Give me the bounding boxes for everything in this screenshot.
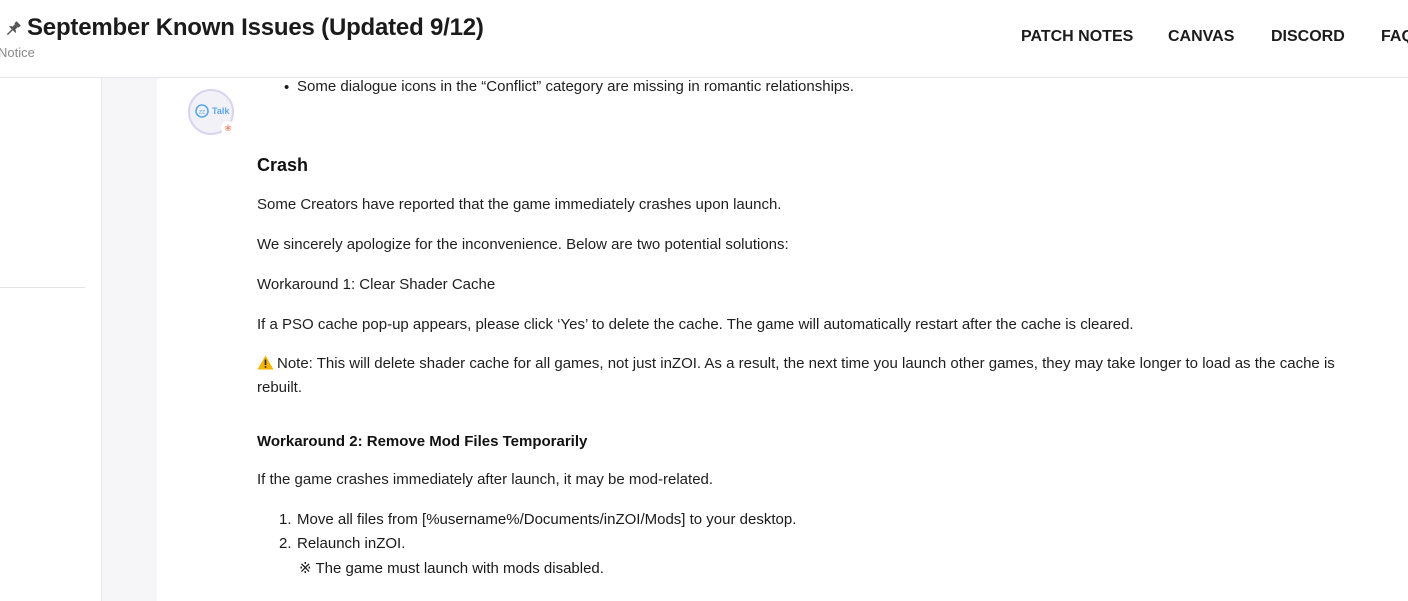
step-note: ※ The game must launch with mods disable… xyxy=(299,560,604,577)
nav-faq[interactable]: FAQ xyxy=(1381,28,1408,46)
content-gutter xyxy=(102,78,157,601)
step-number: 2. xyxy=(279,535,292,552)
warning-note-text: Note: This will delete shader cache for … xyxy=(257,355,1335,396)
sidebar-divider xyxy=(0,287,85,288)
top-header: September Known Issues (Updated 9/12) No… xyxy=(0,0,1408,78)
nav-patch-notes[interactable]: PATCH NOTES xyxy=(1021,28,1133,46)
bullet-dot: • xyxy=(284,79,290,96)
workaround-2-title: Workaround 2: Remove Mod Files Temporari… xyxy=(257,433,588,450)
warning-icon xyxy=(257,355,274,370)
avatar-label: Talk xyxy=(212,106,230,116)
section-heading-crash: Crash xyxy=(257,155,309,175)
warning-note: Note: This will delete shader cache for … xyxy=(257,352,1357,400)
paragraph-apology: We sincerely apologize for the inconveni… xyxy=(257,236,789,253)
nav-canvas[interactable]: CANVAS xyxy=(1168,28,1234,46)
paw-icon: ❀ xyxy=(221,121,235,135)
step-2-text: Relaunch inZOI. xyxy=(297,535,406,552)
paragraph-crash-report: Some Creators have reported that the gam… xyxy=(257,196,782,213)
pin-icon xyxy=(6,21,21,36)
svg-text:zz: zz xyxy=(199,109,205,116)
left-sidebar xyxy=(0,78,102,601)
step-1-text: Move all files from [%username%/Document… xyxy=(297,511,797,528)
speech-icon: zz xyxy=(195,104,209,118)
paragraph-pso-cache: If a PSO cache pop-up appears, please cl… xyxy=(257,316,1134,333)
workaround-1-title: Workaround 1: Clear Shader Cache xyxy=(257,276,496,293)
step-number: 1. xyxy=(279,511,292,528)
category-label[interactable]: Notice xyxy=(0,45,35,60)
author-avatar[interactable]: zz Talk ❀ xyxy=(188,89,235,135)
page-title: September Known Issues (Updated 9/12) xyxy=(27,14,484,41)
paragraph-mod-related: If the game crashes immediately after la… xyxy=(257,471,714,488)
nav-discord[interactable]: DISCORD xyxy=(1271,28,1345,46)
list-item: Some dialogue icons in the “Conflict” ca… xyxy=(297,78,854,95)
